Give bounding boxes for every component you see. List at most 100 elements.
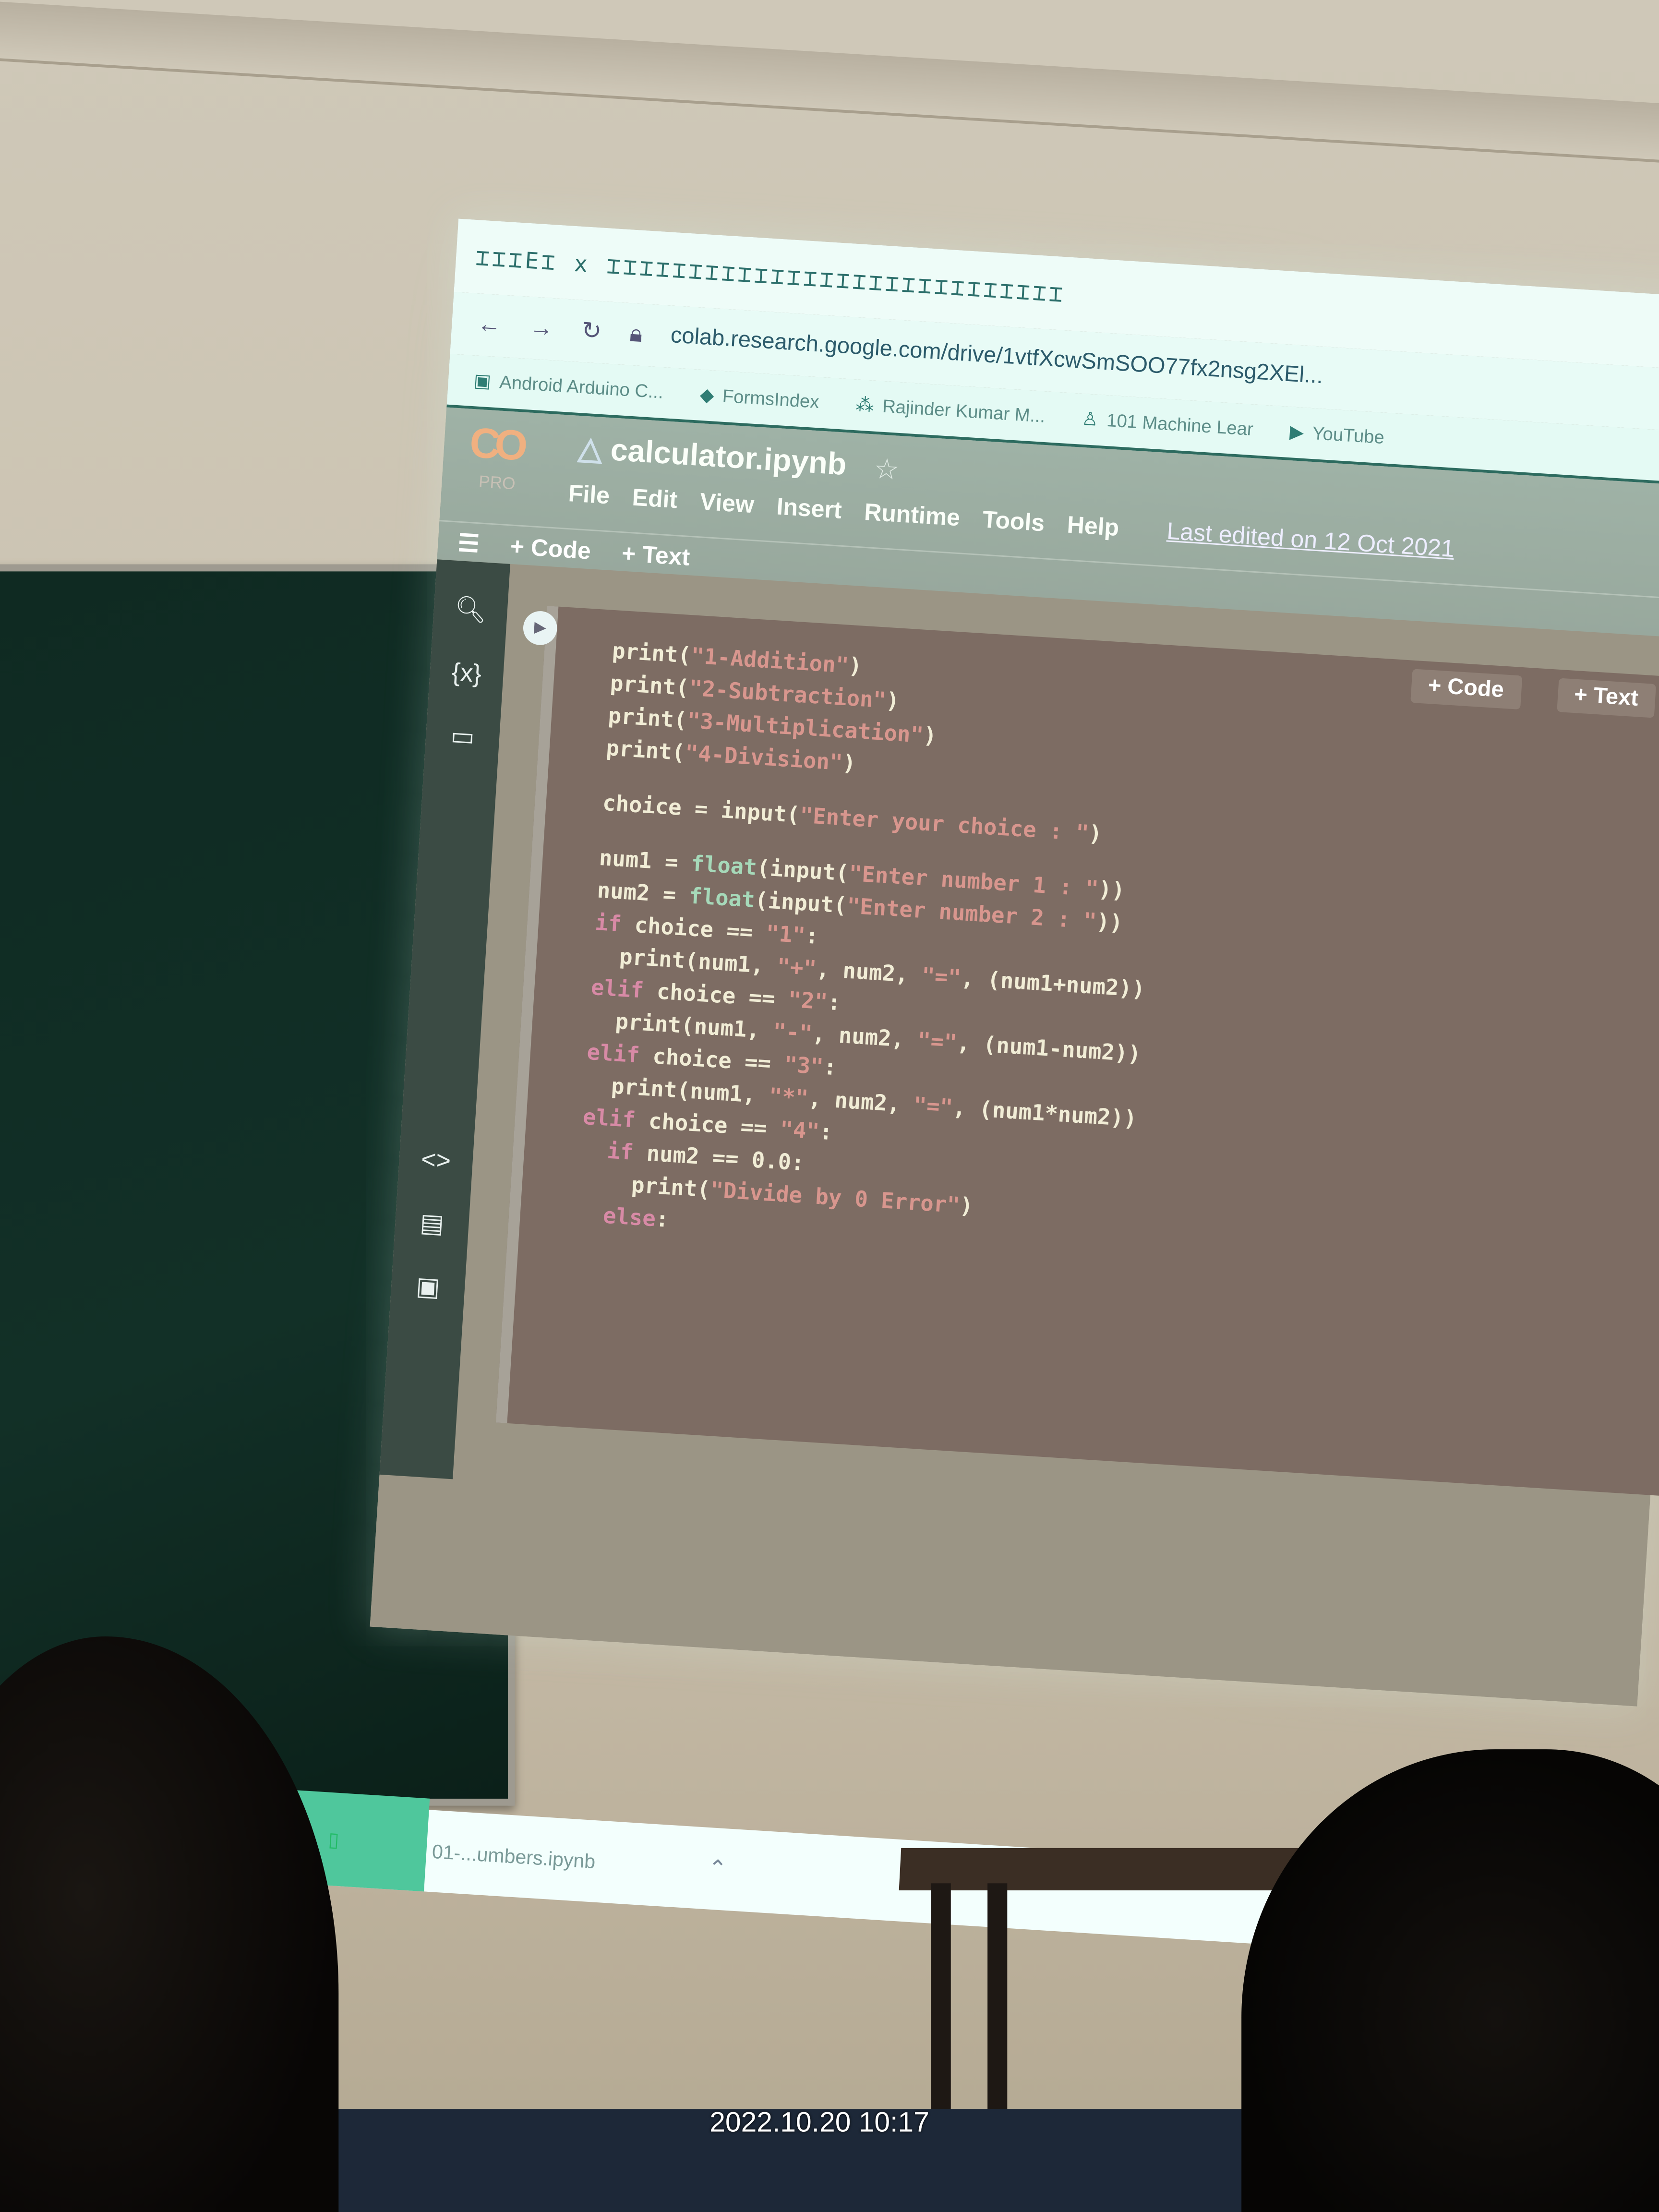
code-token: else	[576, 1201, 657, 1232]
terminal-icon[interactable]: ▣	[415, 1272, 441, 1303]
code-token: elif	[586, 1039, 640, 1069]
code-token: num1 =	[598, 845, 692, 877]
bookmark-icon: ◆	[699, 384, 715, 406]
folder-icon[interactable]: ▭	[450, 721, 476, 753]
bookmark-item[interactable]: ▣ Android Arduino C...	[473, 370, 664, 404]
code-token: "4"	[779, 1117, 820, 1145]
drive-icon: △	[577, 430, 603, 467]
code-token: "1"	[765, 921, 806, 949]
back-icon[interactable]: ←	[476, 311, 502, 340]
code-token: if	[594, 910, 623, 938]
code-token: ))	[1097, 877, 1126, 904]
bookmark-label: Android Arduino C...	[499, 371, 664, 403]
code-token: print(	[607, 703, 688, 733]
search-icon[interactable]: 🔍︎	[454, 594, 488, 626]
pro-badge: PRO	[478, 471, 516, 494]
code-token: float	[688, 883, 756, 913]
code-token: , num2,	[807, 1086, 914, 1118]
code-cell[interactable]: ▶ + Code + Text print("1-Addition") print…	[495, 606, 1659, 1500]
code-token: choice ==	[620, 912, 767, 946]
bookmark-label: FormsIndex	[721, 385, 820, 412]
code-token: )	[923, 722, 938, 749]
code-token: )	[885, 688, 901, 714]
colab-logo[interactable]: CO	[468, 420, 524, 471]
bookmark-item[interactable]: ▶ YouTube	[1289, 421, 1385, 449]
code-token: print(	[578, 1169, 711, 1203]
code-token: ))	[1095, 909, 1124, 936]
star-icon[interactable]: ☆	[873, 451, 900, 488]
code-token: )	[959, 1193, 974, 1219]
code-snippets-icon[interactable]: <>	[420, 1145, 452, 1176]
download-file-name[interactable]: 01-...umbers.ipynb	[432, 1840, 596, 1873]
code-token: :	[818, 1119, 834, 1146]
add-code-button[interactable]: + Code	[509, 533, 591, 566]
code-token: print(	[611, 638, 692, 669]
code-token: "="	[913, 1093, 954, 1121]
code-token: :	[822, 1054, 838, 1081]
youtube-icon: ▶	[1289, 421, 1305, 443]
code-token: float	[690, 851, 758, 881]
run-cell-button[interactable]: ▶	[522, 610, 558, 646]
menu-edit[interactable]: Edit	[631, 484, 678, 515]
code-token: print(	[605, 735, 686, 766]
menu-insert[interactable]: Insert	[776, 493, 842, 525]
command-palette-icon[interactable]: ▤	[419, 1209, 445, 1240]
bookmark-item[interactable]: ⁂ Rajinder Kumar M...	[855, 394, 1046, 428]
cell-toolbar: + Code + Text	[1410, 669, 1657, 718]
code-token: elif	[582, 1104, 637, 1133]
bookmark-label: Rajinder Kumar M...	[882, 395, 1046, 427]
last-edited-link[interactable]: Last edited on 12 Oct 2021	[1166, 517, 1455, 564]
code-token: "*"	[768, 1083, 809, 1112]
code-token: elif	[590, 974, 645, 1004]
code-token: if	[606, 1138, 635, 1166]
bookmark-label: YouTube	[1311, 422, 1385, 448]
notebook-title[interactable]: △ calculator.ipynb	[577, 430, 848, 483]
menu-tools[interactable]: Tools	[982, 506, 1046, 538]
code-token: (input(	[756, 855, 850, 887]
code-token: print(	[609, 671, 690, 701]
code-token: "3"	[783, 1052, 825, 1080]
reload-icon[interactable]: ↻	[580, 317, 602, 346]
menu-runtime[interactable]: Runtime	[864, 499, 961, 533]
code-token: "-"	[772, 1019, 814, 1047]
code-editor[interactable]: print("1-Addition") print("2-Subtraction"…	[576, 636, 1165, 1266]
code-token: "2"	[787, 987, 829, 1015]
menu-view[interactable]: View	[699, 488, 755, 520]
code-token: choice ==	[638, 1043, 785, 1078]
bookmark-item[interactable]: ♙ 101 Machine Lear	[1081, 408, 1254, 441]
projected-screen: ⌶⌶⌶E⌶ x ⌶⌶⌶⌶⌶⌶⌶⌶⌶⌶⌶⌶⌶⌶⌶⌶⌶⌶⌶⌶⌶⌶⌶⌶⌶⌶⌶⌶ ← →…	[283, 218, 1659, 1972]
notebook-title-text: calculator.ipynb	[609, 432, 848, 482]
variables-icon[interactable]: {x}	[451, 658, 482, 689]
menu-file[interactable]: File	[567, 480, 610, 511]
notebook-body: 🔍︎ {x} ▭ <> ▤ ▣ ▶ + Code + Text print("1…	[283, 559, 1659, 1972]
cell-add-code-button[interactable]: + Code	[1410, 669, 1522, 709]
hamburger-menu-icon[interactable]: ☰	[457, 529, 480, 559]
code-token: )	[842, 750, 857, 777]
code-token: "4-Division"	[684, 740, 843, 776]
code-token: "="	[921, 963, 962, 991]
cell-add-text-button[interactable]: + Text	[1556, 678, 1657, 718]
bookmark-item[interactable]: ◆ FormsIndex	[699, 384, 820, 414]
forward-icon[interactable]: →	[529, 313, 554, 343]
code-token: (input(	[754, 887, 848, 919]
bookmark-label: 101 Machine Lear	[1106, 409, 1254, 440]
code-token: :	[805, 923, 819, 950]
chevron-up-icon[interactable]: ⌃	[707, 1854, 728, 1884]
code-token: choice ==	[643, 978, 789, 1013]
code-token: )	[1088, 821, 1103, 847]
browser-tabs[interactable]: ⌶⌶⌶E⌶ x ⌶⌶⌶⌶⌶⌶⌶⌶⌶⌶⌶⌶⌶⌶⌶⌶⌶⌶⌶⌶⌶⌶⌶⌶⌶⌶⌶⌶	[475, 243, 1067, 307]
menu-help[interactable]: Help	[1066, 511, 1120, 542]
code-token: , num2,	[811, 1021, 918, 1053]
file-icon: ▯	[327, 1827, 340, 1851]
person-icon: ♙	[1081, 408, 1099, 430]
audience-head	[1241, 1749, 1659, 2212]
code-token: , num2,	[816, 956, 923, 989]
code-token: "="	[916, 1028, 958, 1056]
code-token: num2 =	[596, 878, 690, 909]
people-icon: ⁂	[855, 393, 875, 416]
add-text-button[interactable]: + Text	[621, 540, 690, 573]
ceiling-edge	[0, 0, 1659, 167]
bookmark-icon: ▣	[473, 369, 492, 392]
code-token: :	[827, 989, 842, 1016]
